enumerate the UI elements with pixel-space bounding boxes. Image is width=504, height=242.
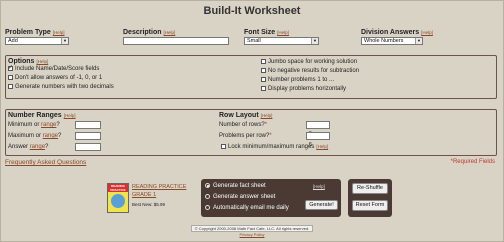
lock-ranges-help-link[interactable]: [Help] [316,144,328,149]
checkbox[interactable] [221,144,226,149]
problems-per-row-input[interactable]: 5 [306,132,330,148]
radio-button[interactable] [205,194,210,199]
generate-fact-sheet-option[interactable]: Generate fact sheet [205,183,266,189]
answer-range-label: Answer range? [8,144,49,150]
problems-per-row-label: Problems per row?* [219,133,272,139]
checkbox[interactable] [261,86,266,91]
description-input[interactable] [123,37,229,45]
checkbox[interactable] [8,64,13,71]
font-size-select[interactable]: Small ▼ [244,37,319,45]
faq-link[interactable]: Frequently Asked Questions [5,159,86,166]
division-answers-select[interactable]: Whole Numbers ▼ [361,37,423,45]
required-fields-note: *Required Fields [450,159,495,165]
option-number-problems[interactable]: Number problems 1 to ... [261,77,334,83]
row-layout-heading: Row Layout [Help] [219,112,273,119]
range-link[interactable]: range [41,122,56,128]
radio-button[interactable] [205,205,210,210]
minimum-range-input[interactable] [75,121,101,129]
maximum-range-label: Maximum or range? [8,133,62,139]
generate-answer-sheet-option[interactable]: Generate answer sheet [205,194,275,200]
option-disallow-answers[interactable]: Don't allow answers of -1, 0, or 1 [8,75,102,81]
checkbox[interactable] [8,75,13,80]
number-of-rows-label: Number of rows?* [219,122,268,128]
chevron-down-icon: ▼ [311,38,318,44]
description-help-link[interactable]: [Help] [164,30,176,35]
checkbox[interactable] [261,59,266,64]
reset-form-button[interactable]: Reset Form [352,200,388,211]
range-link[interactable]: range [43,133,58,139]
problem-type-label: Problem Type [Help] [5,29,65,36]
options-heading: Options [Help] [8,58,49,65]
option-include-name-fields[interactable]: Include Name/Date/Score fields [8,64,99,72]
generate-button[interactable]: Generate! [305,200,338,210]
ad-subtitle[interactable]: GRADE 1 [132,192,156,198]
division-answers-label: Division Answers [Help] [361,29,433,36]
radio-button[interactable] [205,183,210,188]
page-frame: Build-It Worksheet Problem Type [Help] Ad… [0,0,504,242]
page-title: Build-It Worksheet [203,5,301,17]
option-two-decimals[interactable]: Generate numbers with two decimals [8,84,114,90]
description-label: Description [Help] [123,29,176,36]
problem-type-help-link[interactable]: [Help] [53,30,65,35]
ad-price: Best New: $5.99 [132,202,166,207]
range-link[interactable]: range [30,144,45,150]
division-answers-help-link[interactable]: [Help] [421,30,433,35]
ad-title[interactable]: READING PRACTICE [132,184,186,190]
options-help-link[interactable]: [Help] [36,59,48,64]
answer-range-input[interactable] [75,143,101,151]
option-display-horizontally[interactable]: Display problems horizontally [261,86,346,92]
number-ranges-help-link[interactable]: [Help] [64,113,76,118]
row-layout-help-link[interactable]: [Help] [261,113,273,118]
book-cover-image[interactable]: READING PRACTICE [107,183,129,213]
chevron-down-icon: ▼ [61,38,68,44]
chevron-down-icon: ▼ [415,38,422,44]
font-size-help-link[interactable]: [Help] [277,30,289,35]
checkbox[interactable] [8,84,13,89]
option-no-negative[interactable]: No negative results for subtraction [261,68,359,74]
lock-ranges-option[interactable]: Lock minimum/maximum ranges [Help] [221,144,328,150]
generate-help-link[interactable]: [Help] [313,184,325,189]
number-of-rows-input[interactable]: 5 [306,121,330,137]
privacy-policy-link[interactable]: Privacy Policy [240,232,265,237]
number-ranges-heading: Number Ranges [Help] [8,112,76,119]
maximum-range-input[interactable] [75,132,101,140]
font-size-label: Font Size [Help] [244,29,289,36]
copyright-text: © Copyright 2000-2008 Math Fact Cafe, LL… [190,225,314,232]
reshuffle-button[interactable]: Re-Shuffle [352,183,388,194]
checkbox[interactable] [261,68,266,73]
email-daily-option[interactable]: Automatically email me daily [205,205,289,211]
minimum-range-label: Minimum or range? [8,122,60,128]
option-jumbo-space[interactable]: Jumbo space for working solution [261,59,357,65]
footer: © Copyright 2000-2008 Math Fact Cafe, LL… [1,225,503,237]
problem-type-select[interactable]: Add ▼ [5,37,69,45]
checkbox[interactable] [261,77,266,82]
